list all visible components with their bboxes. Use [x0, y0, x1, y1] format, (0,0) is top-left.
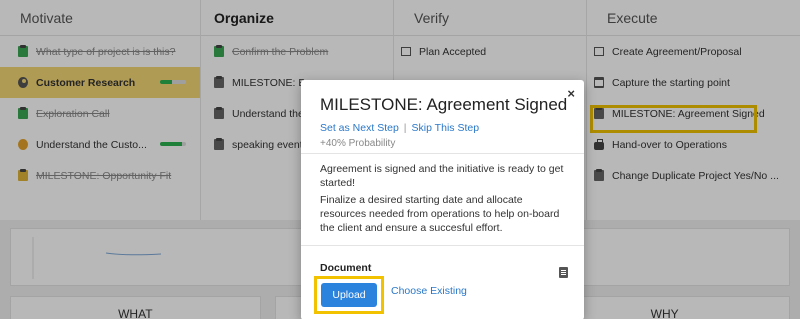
- modal-description: Agreement is signed and the initiative i…: [320, 163, 564, 189]
- set-next-step-link[interactable]: Set as Next Step: [320, 122, 399, 134]
- upload-button[interactable]: Upload: [321, 283, 377, 307]
- step-detail-modal: × MILESTONE: Agreement Signed Set as Nex…: [301, 80, 584, 319]
- document-label: Document: [320, 262, 372, 274]
- close-icon[interactable]: ×: [567, 86, 575, 101]
- divider: [301, 245, 584, 246]
- link-separator: |: [403, 122, 407, 134]
- modal-instructions: Finalize a desired starting date and all…: [320, 194, 560, 234]
- probability-text: +40% Probability: [320, 138, 396, 149]
- step-actions: Set as Next Step | Skip This Step: [320, 122, 479, 134]
- divider: [301, 153, 584, 154]
- document-icon[interactable]: [559, 267, 568, 278]
- modal-title: MILESTONE: Agreement Signed: [320, 95, 568, 114]
- upload-highlight-frame: Upload: [314, 276, 384, 314]
- skip-step-link[interactable]: Skip This Step: [412, 122, 480, 134]
- choose-existing-link[interactable]: Choose Existing: [391, 285, 467, 297]
